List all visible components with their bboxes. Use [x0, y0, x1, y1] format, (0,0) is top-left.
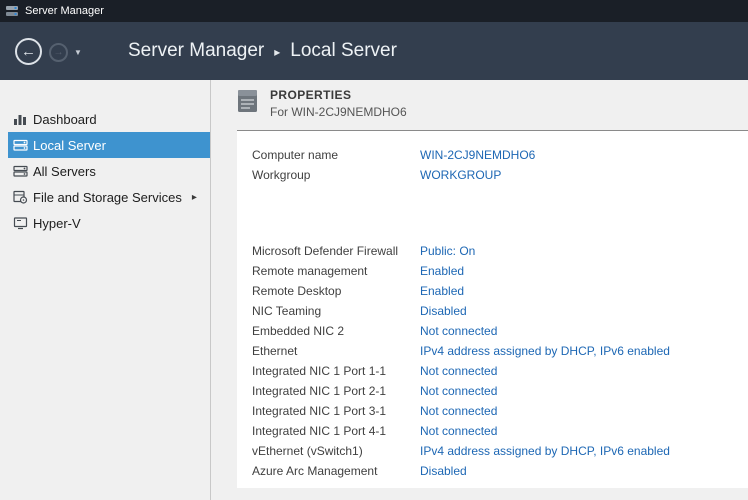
hyperv-icon	[12, 215, 28, 231]
sidebar-item-local-server[interactable]: Local Server	[8, 132, 210, 158]
property-label: Integrated NIC 1 Port 2-1	[252, 384, 420, 398]
sidebar-item-dashboard[interactable]: Dashboard	[8, 106, 210, 132]
breadcrumb-root[interactable]: Server Manager	[128, 40, 264, 62]
property-label: Embedded NIC 2	[252, 324, 420, 338]
sidebar-item-label: Dashboard	[33, 112, 97, 127]
property-value-link[interactable]: Not connected	[420, 384, 497, 398]
property-label: NIC Teaming	[252, 304, 420, 318]
property-label: Remote management	[252, 264, 420, 278]
property-label: Workgroup	[252, 168, 420, 182]
forward-button[interactable]: →	[49, 43, 68, 62]
property-value-link[interactable]: WIN-2CJ9NEMDHO6	[420, 148, 535, 162]
server-manager-window: Server Manager ← → ▼ Server Manager ▸ Lo…	[0, 0, 748, 500]
property-value-link[interactable]: IPv4 address assigned by DHCP, IPv6 enab…	[420, 344, 670, 358]
property-value-link[interactable]: Not connected	[420, 404, 497, 418]
property-row: Workgroup WORKGROUP	[252, 165, 748, 185]
property-value-link[interactable]: Public: On	[420, 244, 475, 258]
property-label: Computer name	[252, 148, 420, 162]
property-label: Remote Desktop	[252, 284, 420, 298]
properties-subtitle: For WIN-2CJ9NEMDHO6	[270, 105, 407, 119]
properties-tile-icon	[237, 88, 258, 114]
properties-header: PROPERTIES For WIN-2CJ9NEMDHO6	[237, 88, 407, 119]
servers-icon	[12, 163, 28, 179]
property-row: Embedded NIC 2 Not connected	[252, 321, 748, 341]
main-content: PROPERTIES For WIN-2CJ9NEMDHO6 Computer …	[212, 80, 748, 500]
server-manager-app-icon	[5, 4, 19, 18]
sidebar-list: Dashboard Local Server	[0, 106, 210, 236]
sidebar-item-label: All Servers	[33, 164, 96, 179]
property-label: Azure Arc Management	[252, 464, 420, 478]
property-value-link[interactable]: Disabled	[420, 464, 467, 478]
property-label: Integrated NIC 1 Port 1-1	[252, 364, 420, 378]
sidebar-item-label: Hyper-V	[33, 216, 81, 231]
property-row: Remote Desktop Enabled	[252, 281, 748, 301]
properties-header-text: PROPERTIES For WIN-2CJ9NEMDHO6	[270, 88, 407, 119]
property-value-link[interactable]: Disabled	[420, 304, 467, 318]
sidebar-item-all-servers[interactable]: All Servers	[8, 158, 210, 184]
property-value-link[interactable]: WORKGROUP	[420, 168, 501, 182]
property-label: Microsoft Defender Firewall	[252, 244, 420, 258]
window-titlebar: Server Manager	[0, 0, 748, 22]
property-row: vEthernet (vSwitch1) IPv4 address assign…	[252, 441, 748, 461]
breadcrumb-current: Local Server	[290, 40, 397, 62]
storage-icon	[12, 189, 28, 205]
expand-chevron-icon[interactable]: ▸	[192, 192, 197, 203]
forward-arrow-icon: →	[54, 47, 64, 58]
sidebar-item-label: File and Storage Services	[33, 190, 182, 205]
property-row: NIC Teaming Disabled	[252, 301, 748, 321]
dashboard-icon	[12, 111, 28, 127]
property-row: Computer name WIN-2CJ9NEMDHO6	[252, 145, 748, 165]
property-value-link[interactable]: Not connected	[420, 324, 497, 338]
sidebar-item-file-storage-services[interactable]: File and Storage Services ▸	[8, 184, 210, 210]
property-row: Ethernet IPv4 address assigned by DHCP, …	[252, 341, 748, 361]
sidebar-item-hyper-v[interactable]: Hyper-V	[8, 210, 210, 236]
property-label: vEthernet (vSwitch1)	[252, 444, 420, 458]
property-label: Ethernet	[252, 344, 420, 358]
property-value-link[interactable]: Enabled	[420, 284, 464, 298]
property-row: Integrated NIC 1 Port 3-1 Not connected	[252, 401, 748, 421]
property-row: Microsoft Defender Firewall Public: On	[252, 241, 748, 261]
property-label: Integrated NIC 1 Port 4-1	[252, 424, 420, 438]
property-row: Integrated NIC 1 Port 1-1 Not connected	[252, 361, 748, 381]
property-label: Integrated NIC 1 Port 3-1	[252, 404, 420, 418]
property-value-link[interactable]: Not connected	[420, 364, 497, 378]
property-value-link[interactable]: IPv4 address assigned by DHCP, IPv6 enab…	[420, 444, 670, 458]
back-arrow-icon: ←	[21, 43, 36, 60]
property-row: Remote management Enabled	[252, 261, 748, 281]
window-title: Server Manager	[25, 5, 104, 17]
properties-panel: Computer name WIN-2CJ9NEMDHO6 Workgroup …	[237, 130, 748, 488]
property-row: Integrated NIC 1 Port 2-1 Not connected	[252, 381, 748, 401]
back-button[interactable]: ←	[15, 38, 42, 65]
property-value-link[interactable]: Not connected	[420, 424, 497, 438]
sidebar: Dashboard Local Server	[0, 80, 211, 500]
properties-title: PROPERTIES	[270, 88, 407, 102]
breadcrumb-separator-icon: ▸	[274, 45, 280, 59]
property-row: Azure Arc Management Disabled	[252, 461, 748, 481]
server-icon	[12, 137, 28, 153]
breadcrumb: Server Manager ▸ Local Server	[128, 22, 397, 80]
navbar: ← → ▼ Server Manager ▸ Local Server	[0, 22, 748, 80]
nav-history-caret-icon[interactable]: ▼	[74, 48, 82, 57]
row-group-spacer	[252, 185, 748, 241]
sidebar-item-label: Local Server	[33, 138, 106, 153]
property-value-link[interactable]: Enabled	[420, 264, 464, 278]
property-row: Integrated NIC 1 Port 4-1 Not connected	[252, 421, 748, 441]
